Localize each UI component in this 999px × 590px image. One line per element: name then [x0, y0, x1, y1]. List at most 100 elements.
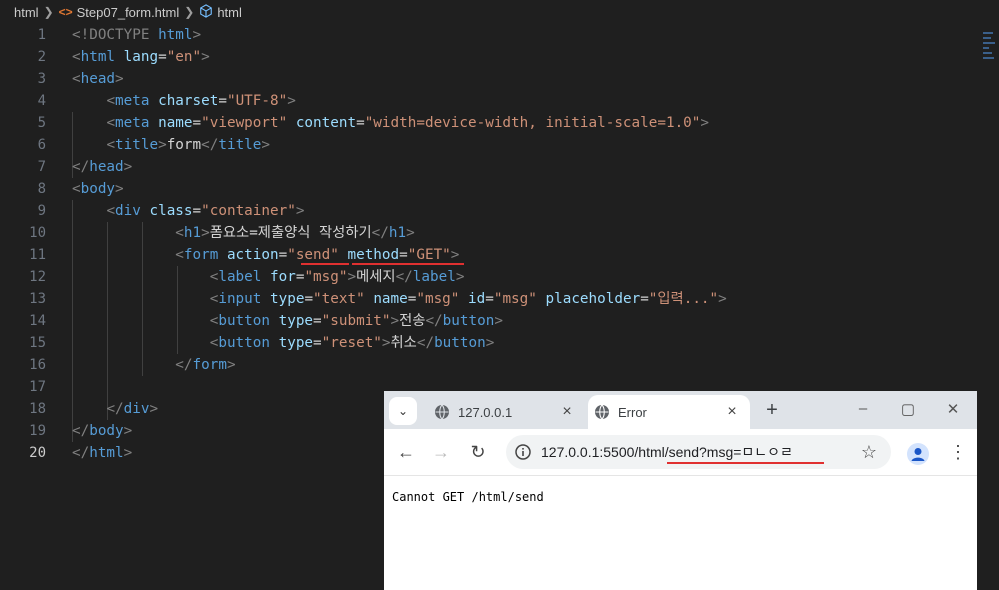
breadcrumb-folder[interactable]: html [14, 5, 39, 20]
forward-button[interactable]: → [430, 441, 452, 463]
code-line[interactable]: <button type="submit">전송</button> [72, 310, 503, 332]
code-token: form [166, 137, 202, 153]
minimize-button[interactable]: – [853, 400, 873, 417]
line-number: 11 [29, 247, 46, 263]
line-number: 4 [37, 93, 46, 109]
code-line[interactable]: <html lang="en"> [72, 46, 210, 68]
code-token: "viewport" [201, 115, 288, 131]
code-token: < [72, 49, 81, 65]
tab-search-button[interactable]: ⌄ [389, 397, 417, 425]
line-number: 1 [37, 27, 46, 43]
code-token: </ [416, 335, 435, 351]
code-token: < [106, 115, 116, 131]
reload-button[interactable]: ↻ [467, 441, 489, 463]
url-underline [667, 462, 824, 464]
code-token: > [485, 335, 495, 351]
code-token: > [295, 203, 305, 219]
browser-window: ⌄ 127.0.0.1 × Error × + – ▢ ✕ ← → ↻ 127.… [384, 391, 977, 590]
breadcrumb: html ❯ <> Step07_form.html ❯ html [0, 0, 999, 24]
code-line[interactable]: <body> [72, 178, 124, 200]
close-icon[interactable]: × [557, 403, 577, 421]
code-token: > [347, 269, 357, 285]
code-line[interactable]: </head> [72, 156, 132, 178]
line-number: 18 [29, 401, 46, 417]
code-token: = [313, 313, 322, 329]
code-line[interactable]: <button type="reset">취소</button> [72, 332, 495, 354]
code-line[interactable]: </html> [72, 442, 132, 464]
close-window-button[interactable]: ✕ [943, 400, 963, 418]
bookmark-star-icon[interactable]: ☆ [861, 441, 877, 463]
code-line[interactable]: </form> [72, 354, 235, 376]
code-token: class [149, 203, 193, 219]
code-line[interactable]: </body> [72, 420, 132, 442]
code-token: meta [115, 93, 150, 109]
code-token: div [115, 203, 141, 219]
code-token: "submit" [321, 313, 391, 329]
line-number: 15 [29, 335, 46, 351]
globe-icon [435, 404, 449, 420]
code-line[interactable]: <meta name="viewport" content="width=dev… [72, 112, 709, 134]
code-line[interactable]: <label for="msg">메세지</label> [72, 266, 465, 288]
code-token: html [80, 49, 116, 65]
code-line[interactable]: <meta charset="UTF-8"> [72, 90, 296, 112]
code-token: < [72, 71, 81, 87]
code-token: > [390, 313, 400, 329]
new-tab-button[interactable]: + [761, 399, 783, 422]
line-number: 9 [37, 203, 46, 219]
back-button[interactable]: ← [395, 441, 417, 463]
code-token: > [287, 93, 296, 109]
code-line[interactable]: <input type="text" name="msg" id="msg" p… [72, 288, 727, 310]
chevron-right-icon: ❯ [184, 5, 195, 19]
code-line[interactable]: <!DOCTYPE html> [72, 24, 201, 46]
code-token: </ [371, 225, 389, 241]
code-token: < [106, 93, 116, 109]
code-token: > [123, 159, 133, 175]
code-line[interactable]: <head> [72, 68, 124, 90]
code-token: content [295, 115, 357, 131]
breadcrumb-symbol-label: html [217, 4, 242, 20]
code-token: "reset" [321, 335, 382, 351]
code-token: = [278, 247, 288, 263]
code-token: "send" [287, 247, 339, 263]
info-icon[interactable] [514, 443, 532, 461]
minimap[interactable] [983, 32, 995, 78]
code-line[interactable]: <title>form</title> [72, 134, 270, 156]
code-token: </ [201, 137, 219, 153]
error-message: Cannot GET /html/send [392, 490, 544, 504]
tab-127-0-0-1[interactable]: 127.0.0.1 × [428, 395, 585, 429]
code-token: > [115, 181, 124, 197]
close-icon[interactable]: × [722, 403, 742, 421]
code-line[interactable]: <h1>폼요소=제출양식 작성하기</h1> [72, 222, 414, 244]
code-line[interactable]: <div class="container"> [72, 200, 304, 222]
code-token: placeholder [545, 291, 641, 307]
code-token: > [158, 137, 167, 153]
code-token: < [175, 225, 184, 241]
menu-kebab-icon[interactable]: ⋮ [949, 441, 967, 463]
maximize-button[interactable]: ▢ [898, 400, 918, 418]
code-token: body [89, 423, 124, 439]
breadcrumb-symbol[interactable]: html [199, 3, 242, 21]
code-token: > [201, 49, 210, 65]
code-line[interactable]: </div> [72, 398, 158, 420]
code-token: head [89, 159, 124, 175]
breadcrumb-file[interactable]: <> Step07_form.html [59, 5, 180, 20]
globe-icon [595, 404, 609, 420]
code-token: method [347, 247, 400, 263]
code-line[interactable]: <form action="send" method="GET"> [72, 244, 459, 266]
tab-error[interactable]: Error × [588, 395, 750, 429]
code-token: < [106, 137, 116, 153]
breadcrumb-folder-label: html [14, 4, 39, 20]
code-token: = [356, 115, 365, 131]
profile-avatar[interactable] [907, 443, 929, 465]
